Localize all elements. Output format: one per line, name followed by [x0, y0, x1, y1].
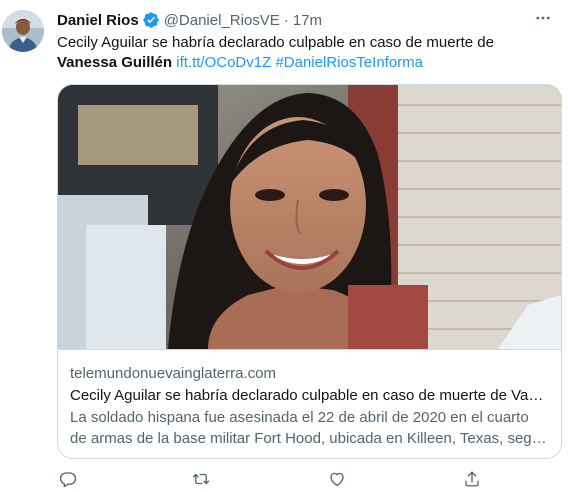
card-image[interactable]: [58, 85, 561, 349]
reply-button[interactable]: [57, 468, 79, 490]
retweet-icon: [192, 470, 210, 488]
like-button[interactable]: [326, 468, 348, 490]
tweet[interactable]: Daniel Rios @Daniel_RiosVE · 17m Cecily …: [0, 0, 568, 492]
avatar[interactable]: [2, 10, 44, 52]
reply-icon: [59, 470, 77, 488]
tweet-hashtag[interactable]: #DanielRiosTeInforma: [275, 54, 423, 71]
like-icon: [328, 470, 346, 488]
more-options-icon: [534, 9, 552, 32]
user-handle[interactable]: @Daniel_RiosVE: [164, 12, 280, 29]
share-icon: [463, 470, 481, 488]
separator-dot: ·: [283, 11, 289, 29]
tweet-text-bold: Vanessa Guillén: [57, 54, 173, 71]
card-title: Cecily Aguilar se habría declarado culpa…: [70, 387, 549, 404]
tweet-header: Daniel Rios @Daniel_RiosVE · 17m: [57, 10, 322, 30]
card-body[interactable]: telemundonuevainglaterra.com Cecily Agui…: [58, 349, 561, 458]
link-card[interactable]: telemundonuevainglaterra.com Cecily Agui…: [57, 84, 562, 459]
tweet-actions: [57, 468, 487, 490]
more-options-button[interactable]: [532, 9, 554, 31]
tweet-text: Cecily Aguilar se habría declarado culpa…: [57, 33, 557, 73]
display-name[interactable]: Daniel Rios: [57, 12, 139, 29]
verified-badge-icon: [142, 11, 160, 29]
card-description: La soldado hispana fue asesinada el 22 d…: [70, 409, 549, 447]
share-button[interactable]: [461, 468, 483, 490]
tweet-text-body: Cecily Aguilar se habría declarado culpa…: [57, 34, 494, 51]
retweet-button[interactable]: [190, 468, 212, 490]
tweet-link[interactable]: ift.tt/OCoDv1Z: [176, 54, 271, 71]
timestamp[interactable]: 17m: [293, 12, 322, 29]
card-domain: telemundonuevainglaterra.com: [70, 365, 276, 382]
